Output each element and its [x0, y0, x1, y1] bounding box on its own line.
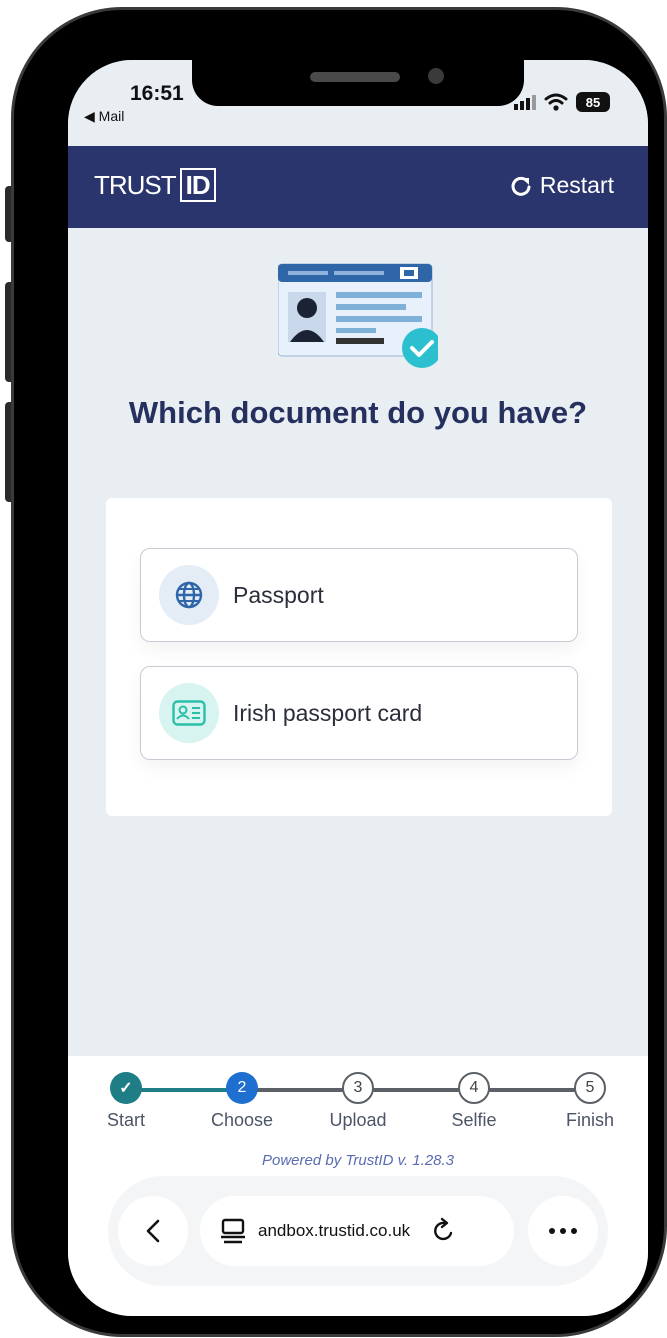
url-text: andbox.trustid.co.uk: [258, 1221, 411, 1240]
battery-indicator: 85: [576, 92, 610, 112]
option-irish-card-label: Irish passport card: [233, 699, 423, 726]
option-passport-label: Passport: [233, 581, 324, 608]
step-choose: 2: [226, 1072, 258, 1104]
step-line-todo: [242, 1088, 590, 1092]
step-selfie: 4: [458, 1072, 490, 1104]
document-options-card: Passport Irish passport card: [106, 498, 612, 816]
more-dots-icon: [549, 1228, 577, 1234]
speaker: [310, 72, 400, 82]
status-icons: 85: [514, 92, 610, 112]
screen: 16:51 ◀ Mail 85 TRUST ID Restart Which d…: [68, 60, 648, 1316]
chevron-left-icon: [146, 1219, 160, 1243]
id-card-icon: [159, 683, 219, 743]
browser-back-button[interactable]: [118, 1196, 188, 1266]
option-passport[interactable]: Passport: [140, 548, 578, 642]
wifi-icon: [544, 93, 568, 111]
restart-icon: [511, 176, 531, 196]
page-title: Which document do you have?: [128, 395, 588, 430]
browser-more-button[interactable]: [528, 1196, 598, 1266]
powered-by-text: Powered by TrustID v. 1.28.3: [261, 1152, 455, 1169]
signal-icon: [514, 94, 536, 110]
step-upload: 3: [342, 1072, 374, 1104]
front-camera: [428, 68, 444, 84]
step-label-upload: Upload: [329, 1110, 387, 1130]
progress-steps: ✓ 2 3 4 5 Start Choose Upload Selfie Fin…: [68, 1070, 648, 1140]
step-line-done: [126, 1088, 242, 1092]
notch: [192, 60, 524, 106]
tab-overview-icon: [221, 1218, 245, 1244]
trustid-logo: TRUST ID: [94, 168, 216, 202]
step-label-choose: Choose: [210, 1110, 274, 1130]
back-to-mail-link[interactable]: ◀ Mail: [84, 108, 124, 125]
restart-label: Restart: [539, 172, 614, 198]
reload-icon[interactable]: [430, 1217, 458, 1245]
step-label-start: Start: [106, 1110, 146, 1130]
step-finish: 5: [574, 1072, 606, 1104]
status-bar: 16:51 ◀ Mail 85: [68, 60, 648, 146]
logo-trust-text: TRUST: [94, 169, 177, 200]
app-header: TRUST ID Restart: [68, 146, 648, 228]
restart-button[interactable]: Restart: [510, 172, 614, 199]
logo-id-text: ID: [179, 168, 216, 202]
browser-toolbar: andbox.trustid.co.uk: [108, 1176, 608, 1286]
phone-frame: 16:51 ◀ Mail 85 TRUST ID Restart Which d…: [14, 10, 664, 1334]
step-label-finish: Finish: [565, 1110, 615, 1130]
address-bar[interactable]: andbox.trustid.co.uk: [200, 1196, 514, 1266]
footer: ✓ 2 3 4 5 Start Choose Upload Selfie Fin…: [68, 1056, 648, 1316]
status-time: 16:51: [130, 82, 184, 105]
id-document-illustration: [278, 263, 438, 368]
globe-icon: [159, 565, 219, 625]
step-label-selfie: Selfie: [451, 1110, 497, 1130]
option-irish-passport-card[interactable]: Irish passport card: [140, 666, 578, 760]
step-start: ✓: [110, 1072, 142, 1104]
